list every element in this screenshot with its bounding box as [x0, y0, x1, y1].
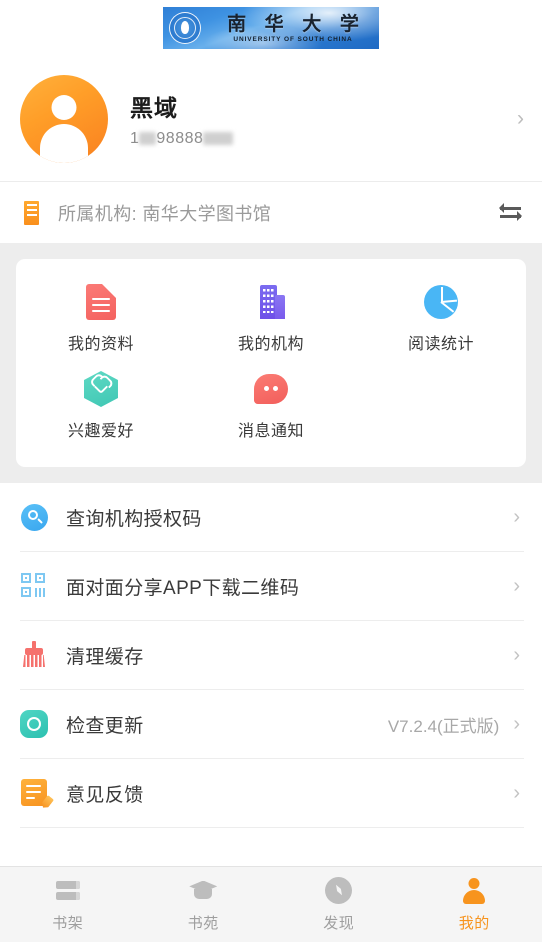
- grid-card: 我的资料 我的机构 阅读统计 兴趣爱好 消息通知: [16, 259, 526, 467]
- document-icon: [82, 283, 120, 321]
- list-row-label: 面对面分享APP下载二维码: [66, 577, 300, 599]
- chevron-right-icon[interactable]: ›: [517, 108, 524, 129]
- phone-masked-part-1: [139, 132, 157, 145]
- grid-item-reading-stats[interactable]: 阅读统计: [356, 277, 526, 364]
- heart-hexagon-icon: [82, 370, 120, 408]
- university-banner: 南 华 大 学 UNIVERSITY OF SOUTH CHINA: [0, 0, 542, 56]
- tab-library[interactable]: 书苑: [136, 867, 272, 942]
- phone-prefix: 1: [130, 130, 140, 147]
- grid-item-notifications[interactable]: 消息通知: [186, 364, 356, 451]
- swap-arrow-bottom: [500, 211, 522, 221]
- compass-icon: [324, 876, 354, 905]
- swap-arrow-top: [499, 203, 521, 213]
- banner-en-name: UNIVERSITY OF SOUTH CHINA: [233, 35, 353, 43]
- avatar-person-body: [40, 123, 88, 163]
- chat-bubble-icon: [252, 370, 290, 408]
- emblem-mark: [181, 21, 189, 34]
- list-row-label: 意见反馈: [66, 784, 144, 806]
- university-emblem-icon: [169, 12, 201, 44]
- pie-chart-icon: [422, 283, 460, 321]
- chevron-right-icon[interactable]: ›: [513, 714, 520, 734]
- graduation-cap-icon: [188, 877, 218, 905]
- broom-icon: [20, 640, 50, 670]
- tab-label: 我的: [458, 914, 490, 932]
- banner-text: 南 华 大 学 UNIVERSITY OF SOUTH CHINA: [207, 13, 379, 44]
- list-row-label: 检查更新: [66, 715, 144, 737]
- feedback-edit-icon: [20, 778, 50, 808]
- person-icon: [459, 877, 489, 905]
- grid-label: 阅读统计: [407, 336, 474, 353]
- grid-item-my-profile[interactable]: 我的资料: [16, 277, 186, 364]
- phone-middle: 98888: [156, 130, 204, 147]
- tab-bookshelf[interactable]: 书架: [0, 867, 136, 942]
- tab-label: 书架: [52, 914, 84, 932]
- chevron-right-icon[interactable]: ›: [513, 645, 520, 665]
- profile-info: 黑域 1 98888: [130, 89, 517, 148]
- tab-discover[interactable]: 发现: [271, 867, 407, 942]
- avatar[interactable]: [20, 74, 108, 163]
- bottom-tabbar: 书架 书苑 发现 我的: [0, 866, 542, 942]
- app-root: 南 华 大 学 UNIVERSITY OF SOUTH CHINA 黑域 1 98…: [0, 0, 542, 942]
- banner-cn-name: 南 华 大 学: [227, 12, 365, 35]
- list-row-feedback[interactable]: 意见反馈 ›: [20, 759, 524, 828]
- building-shape: [24, 200, 39, 225]
- organization-label: 所属机构: 南华大学图书馆: [58, 203, 272, 224]
- phone-masked-part-2: [203, 132, 234, 145]
- tab-label: 书苑: [187, 914, 219, 932]
- grid-label: 消息通知: [237, 423, 304, 440]
- swap-arrows-icon[interactable]: [498, 202, 524, 224]
- grid-label: 兴趣爱好: [67, 423, 134, 440]
- building-purple-icon: [252, 283, 290, 321]
- user-name: 黑域: [130, 95, 178, 121]
- chevron-right-icon[interactable]: ›: [513, 576, 520, 596]
- avatar-person-icon: [51, 94, 77, 120]
- chevron-right-icon[interactable]: ›: [513, 507, 520, 527]
- list-row-clear-cache[interactable]: 清理缓存 ›: [20, 621, 524, 690]
- user-phone: 1 98888: [130, 130, 234, 148]
- grid-item-my-organization[interactable]: 我的机构: [186, 277, 356, 364]
- app-version-value: V7.2.4(正式版): [387, 716, 500, 736]
- building-icon: [20, 200, 42, 225]
- profile-row[interactable]: 黑域 1 98888 ›: [0, 56, 542, 181]
- refresh-icon: [20, 709, 50, 739]
- list-row-label: 清理缓存: [66, 646, 144, 668]
- organization-row[interactable]: 所属机构: 南华大学图书馆: [0, 181, 542, 243]
- grid-item-interests[interactable]: 兴趣爱好: [16, 364, 186, 451]
- list-row-query-auth-code[interactable]: 查询机构授权码 ›: [20, 483, 524, 552]
- grid-item-empty: [356, 364, 526, 451]
- list-row-share-qr[interactable]: 面对面分享APP下载二维码 ›: [20, 552, 524, 621]
- banner-image: 南 华 大 学 UNIVERSITY OF SOUTH CHINA: [163, 7, 379, 49]
- tab-label: 发现: [323, 914, 355, 932]
- chevron-right-icon[interactable]: ›: [513, 783, 520, 803]
- grid-label: 我的资料: [67, 336, 134, 353]
- grid-label: 我的机构: [237, 336, 304, 353]
- tab-mine[interactable]: 我的: [407, 867, 542, 942]
- grid-section: 我的资料 我的机构 阅读统计 兴趣爱好 消息通知: [0, 243, 542, 483]
- list-row-check-update[interactable]: 检查更新 V7.2.4(正式版) ›: [20, 690, 524, 759]
- search-icon: [20, 502, 50, 532]
- qrcode-icon: [20, 571, 50, 601]
- list-row-label: 查询机构授权码: [66, 508, 202, 530]
- settings-list: 查询机构授权码 › 面对面分享APP下载二维码 › 清理缓存 › 检查更新 V7…: [0, 483, 542, 866]
- bookshelf-icon: [53, 877, 83, 905]
